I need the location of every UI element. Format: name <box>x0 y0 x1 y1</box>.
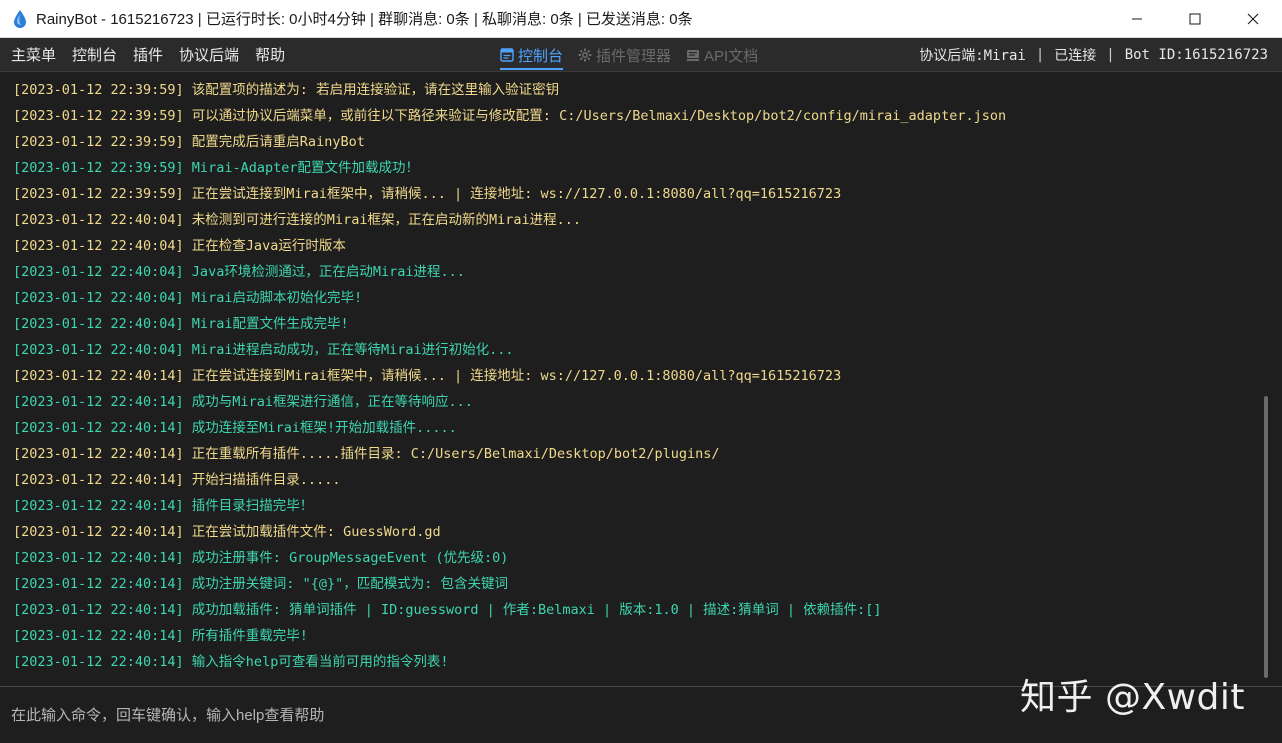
close-button[interactable] <box>1224 0 1282 38</box>
status-separator: | <box>1036 47 1044 63</box>
log-line: [2023-01-12 22:39:59] 该配置项的描述为: 若启用连接验证，… <box>13 77 1270 103</box>
console-scrollbar[interactable] <box>1262 74 1270 684</box>
log-line: [2023-01-12 22:40:14] 所有插件重载完毕! <box>13 623 1270 649</box>
gear-icon <box>578 48 592 62</box>
log-line: [2023-01-12 22:40:14] 正在尝试连接到Mirai框架中，请稍… <box>13 363 1270 389</box>
view-tabs: 控制台 插件管理器 API文档 <box>500 38 773 72</box>
log-line: [2023-01-12 22:40:14] 成功注册关键词: "{@}"，匹配模… <box>13 571 1270 597</box>
tab-console-label: 控制台 <box>518 45 563 66</box>
log-line: [2023-01-12 22:40:14] 开始扫描插件目录..... <box>13 467 1270 493</box>
log-line: [2023-01-12 22:39:59] 配置完成后请重启RainyBot <box>13 129 1270 155</box>
log-line: [2023-01-12 22:40:04] Mirai进程启动成功，正在等待Mi… <box>13 337 1270 363</box>
window-controls <box>1108 0 1282 38</box>
menu-bar: 主菜单 控制台 插件 协议后端 帮助 控制台 插件管理器 API文档 协议后端:… <box>0 38 1282 72</box>
maximize-button[interactable] <box>1166 0 1224 38</box>
log-line: [2023-01-12 22:39:59] 可以通过协议后端菜单，或前往以下路径… <box>13 103 1270 129</box>
tab-plugin-manager[interactable]: 插件管理器 <box>578 38 671 72</box>
minimize-icon <box>1131 13 1143 25</box>
log-line: [2023-01-12 22:40:14] 成功注册事件: GroupMessa… <box>13 545 1270 571</box>
menu-plugins[interactable]: 插件 <box>133 44 163 65</box>
log-line: [2023-01-12 22:40:14] 插件目录扫描完毕！ <box>13 493 1270 519</box>
tab-plugin-manager-label: 插件管理器 <box>596 45 671 66</box>
log-line: [2023-01-12 22:40:04] Mirai启动脚本初始化完毕! <box>13 285 1270 311</box>
log-line: [2023-01-12 22:40:14] 成功加载插件: 猜单词插件 | ID… <box>13 597 1270 623</box>
log-line: [2023-01-12 22:40:14] 成功与Mirai框架进行通信，正在等… <box>13 389 1270 415</box>
scrollbar-thumb[interactable] <box>1264 396 1268 678</box>
minimize-button[interactable] <box>1108 0 1166 38</box>
status-separator: | <box>1106 47 1114 63</box>
bot-id: Bot ID:1615216723 <box>1125 47 1268 63</box>
menu-help[interactable]: 帮助 <box>255 44 285 65</box>
log-line: [2023-01-12 22:40:04] 正在检查Java运行时版本 <box>13 233 1270 259</box>
menu-main[interactable]: 主菜单 <box>11 44 56 65</box>
tab-api-docs[interactable]: API文档 <box>686 38 758 72</box>
console-icon <box>500 48 514 62</box>
log-line: [2023-01-12 22:40:04] 未检测到可进行连接的Mirai框架，… <box>13 207 1270 233</box>
log-line: [2023-01-12 22:40:14] 成功连接至Mirai框架!开始加载插… <box>13 415 1270 441</box>
tab-api-docs-label: API文档 <box>704 45 758 66</box>
main-menu: 主菜单 控制台 插件 协议后端 帮助 <box>0 44 301 65</box>
connection-status: 协议后端:Mirai | 已连接 | Bot ID:1615216723 <box>919 38 1268 72</box>
tab-console[interactable]: 控制台 <box>500 38 563 72</box>
backend-status: 协议后端:Mirai <box>919 45 1026 65</box>
close-icon <box>1247 13 1259 25</box>
log-line: [2023-01-12 22:39:59] Mirai-Adapter配置文件加… <box>13 155 1270 181</box>
log-line: [2023-01-12 22:40:14] 正在重载所有插件.....插件目录:… <box>13 441 1270 467</box>
log-line: [2023-01-12 22:39:59] 正在尝试连接到Mirai框架中，请稍… <box>13 181 1270 207</box>
menu-console[interactable]: 控制台 <box>72 44 117 65</box>
log-line: [2023-01-12 22:40:14] 正在尝试加载插件文件: GuessW… <box>13 519 1270 545</box>
watermark: 知乎 @Xwdit <box>1020 668 1245 720</box>
menu-protocol-backend[interactable]: 协议后端 <box>179 44 239 65</box>
title-bar[interactable]: RainyBot - 1615216723 | 已运行时长: 0小时4分钟 | … <box>0 0 1282 38</box>
log-line: [2023-01-12 22:40:04] Java环境检测通过，正在启动Mir… <box>13 259 1270 285</box>
window-title: RainyBot - 1615216723 | 已运行时长: 0小时4分钟 | … <box>36 8 693 29</box>
connection-state: 已连接 <box>1054 45 1096 65</box>
doc-icon <box>686 48 700 62</box>
console-output[interactable]: [2023-01-12 22:39:59] 该配置项的描述为: 若启用连接验证，… <box>0 73 1270 685</box>
log-line: [2023-01-12 22:40:04] Mirai配置文件生成完毕! <box>13 311 1270 337</box>
maximize-icon <box>1189 13 1201 25</box>
raindrop-icon <box>12 9 30 29</box>
